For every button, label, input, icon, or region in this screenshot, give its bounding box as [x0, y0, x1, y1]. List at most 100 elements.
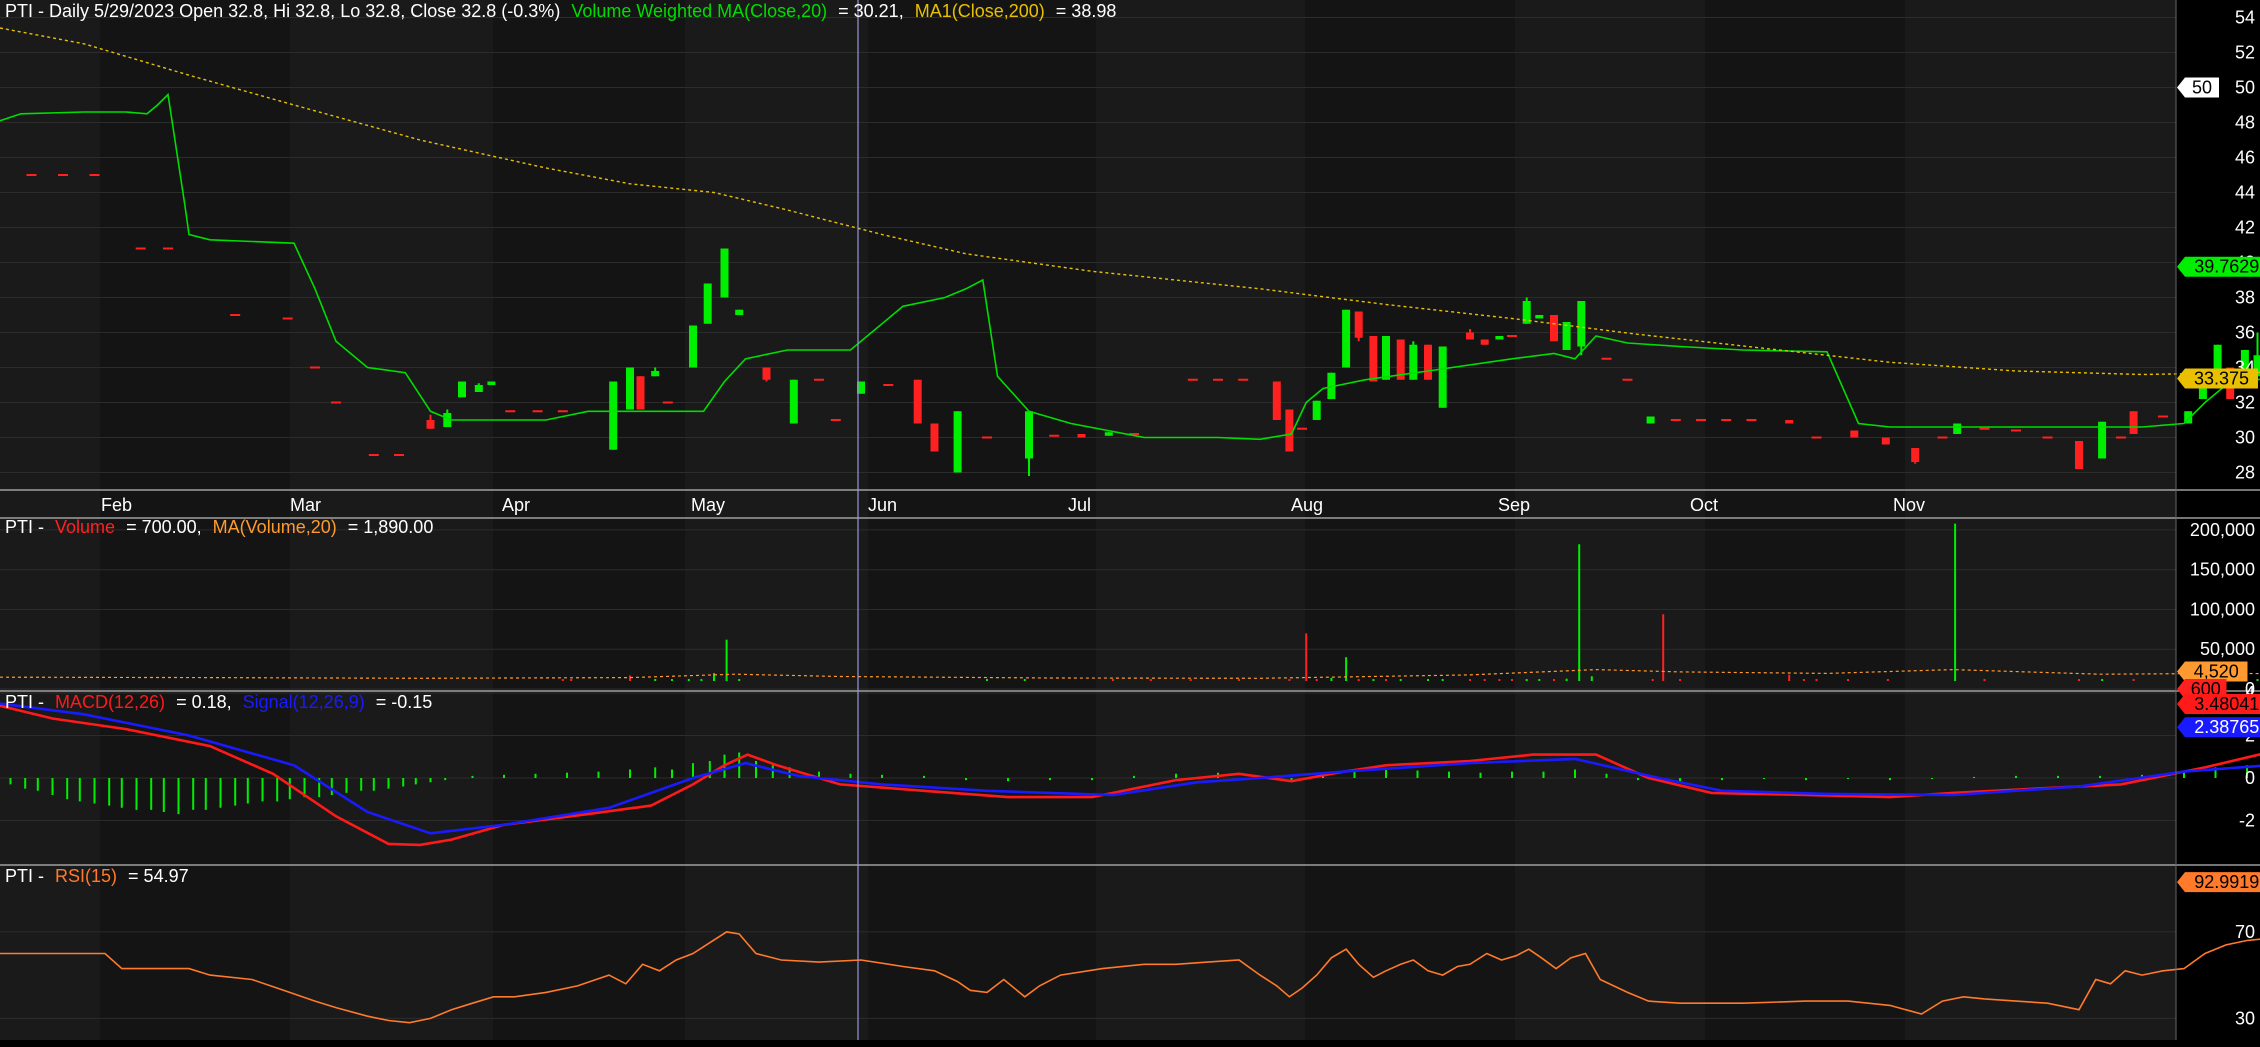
candle-flat	[505, 410, 516, 413]
signal-legend-name: Signal(12,26,9)	[243, 692, 365, 712]
axis-tick-label: 54	[2235, 8, 2255, 28]
rsi-legend-value: = 54.97	[128, 866, 189, 886]
ma200-last-tag-text: 33.375	[2194, 368, 2249, 388]
candle-body	[720, 248, 729, 298]
axis-tick-label: -2	[2239, 811, 2255, 831]
month-label: Sep	[1498, 495, 1530, 515]
macd-last-tag-text: 3.48041	[2194, 694, 2259, 714]
candle-flat	[1721, 419, 1732, 421]
macd-pane-header: PTI - MACD(12,26) = 0.18, Signal(12,26,9…	[5, 692, 432, 712]
axis-tick-label: 0	[2245, 768, 2255, 788]
vwma-last-tag-text: 39.7629	[2194, 257, 2259, 277]
candle-flat	[532, 410, 543, 413]
axis-tick-label: 50	[2235, 78, 2255, 98]
candle-body	[1285, 409, 1294, 452]
price-pane-header: PTI - Daily 5/29/2023 Open 32.8, Hi 32.8…	[5, 1, 1116, 21]
candle-body	[913, 379, 922, 424]
candle-flat	[1049, 434, 1060, 437]
candle-body	[609, 381, 618, 450]
candle-flat	[1746, 419, 1757, 421]
candle-body	[789, 379, 798, 424]
candle-flat	[1601, 357, 1612, 360]
candle-body	[1382, 336, 1390, 380]
price-last-tag-text: 50	[2192, 78, 2212, 98]
axis-tick-label: 150,000	[2190, 560, 2255, 580]
signal-last-tag-text: 2.38765	[2194, 717, 2259, 737]
candle-body	[651, 371, 660, 377]
candle-body	[1025, 411, 1033, 459]
macd-last-tag: 3.48041	[2177, 694, 2260, 715]
axis-tick-label: 50,000	[2200, 639, 2255, 659]
price-last-tag: 50	[2177, 77, 2219, 98]
candle-body	[1911, 448, 1920, 462]
volume-header-prefix: PTI -	[5, 517, 44, 537]
candle-flat	[1238, 378, 1249, 381]
candle-flat	[163, 247, 173, 250]
month-label: Feb	[101, 495, 132, 515]
candle-body	[762, 367, 771, 380]
axis-tick-label: 52	[2235, 43, 2255, 63]
candle-body	[2129, 411, 2138, 434]
candle-flat	[1937, 436, 1948, 439]
candle-flat	[883, 384, 894, 386]
volume-legend-name: Volume	[55, 517, 115, 537]
candle-flat	[557, 410, 568, 413]
volume-legend-value: = 700.00,	[126, 517, 202, 537]
candle-flat	[89, 174, 100, 176]
candle-body	[1850, 430, 1859, 438]
candle-flat	[814, 378, 824, 381]
candle-flat	[1507, 335, 1517, 337]
stock-chart[interactable]: Feb Mar Apr May Jun Jul Aug Sep Oct Nov2830323436…	[0, 0, 2260, 1047]
axis-tick-label: 48	[2235, 113, 2255, 133]
candle-body	[1480, 339, 1489, 345]
month-label: Oct	[1690, 495, 1718, 515]
candle-flat	[230, 314, 241, 316]
candle-flat	[2011, 429, 2021, 432]
candle-flat	[26, 174, 37, 176]
candle-body	[1550, 315, 1558, 342]
rsi-legend-name: RSI(15)	[55, 866, 117, 886]
candle-body	[953, 411, 962, 473]
candle-body	[735, 309, 744, 315]
candle-flat	[331, 401, 341, 404]
month-label: Jun	[868, 495, 897, 515]
signal-legend-value: = -0.15	[376, 692, 433, 712]
vwma-last-tag: 39.7629	[2177, 256, 2260, 277]
month-label: Aug	[1291, 495, 1323, 515]
candle-body	[426, 420, 435, 429]
vwma-legend-name: Volume Weighted MA(Close,20)	[571, 1, 827, 21]
candle-body	[1438, 346, 1447, 408]
axis-tick-label: 30	[2235, 428, 2255, 448]
month-band	[1515, 0, 1705, 1040]
candle-flat	[1979, 427, 1990, 430]
axis-tick-label: 32	[2235, 393, 2255, 413]
candle-body	[458, 381, 466, 398]
bottom-edge	[0, 1040, 2260, 1047]
axis-tick-label: 38	[2235, 288, 2255, 308]
rsi-last-tag-text: 92.9919	[2194, 872, 2259, 892]
candle-flat	[282, 317, 293, 320]
axis-tick-label: 36	[2235, 323, 2255, 343]
candle-body	[930, 423, 939, 452]
candle-flat	[58, 174, 68, 176]
candle-body	[1424, 344, 1432, 380]
candle-body	[1466, 332, 1474, 340]
candle-body	[1077, 434, 1086, 438]
axis-tick-label: 46	[2235, 148, 2255, 168]
axis-tick-label: 100,000	[2190, 599, 2255, 619]
candle-flat	[1622, 378, 1633, 381]
month-label: May	[691, 495, 725, 515]
axis-tick-label: 42	[2235, 218, 2255, 238]
candle-body	[689, 325, 697, 368]
candle-flat	[1811, 436, 1822, 439]
month-band	[685, 0, 868, 1040]
candle-body	[474, 385, 483, 392]
month-label: Apr	[502, 495, 530, 515]
candle-body	[636, 376, 645, 410]
candle-body	[487, 381, 496, 385]
candle-flat	[310, 366, 320, 369]
month-band	[1305, 0, 1515, 1040]
candle-body	[626, 367, 634, 410]
candle-body	[1495, 336, 1504, 340]
candle-body	[1953, 423, 1962, 434]
